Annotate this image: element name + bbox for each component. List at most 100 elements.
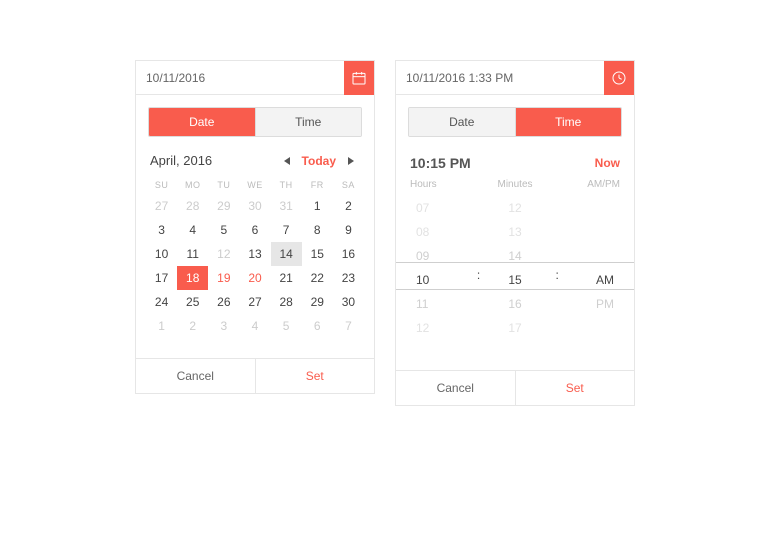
time-option[interactable]: 11 bbox=[416, 292, 428, 316]
calendar-day[interactable]: 19 bbox=[208, 266, 239, 290]
time-option[interactable]: 13 bbox=[508, 220, 521, 244]
weekday-label: TU bbox=[208, 180, 239, 190]
calendar-day[interactable]: 20 bbox=[239, 266, 270, 290]
calendar-grid: 2728293031123456789101112131415161718192… bbox=[136, 194, 374, 338]
time-option[interactable]: 17 bbox=[508, 316, 521, 340]
time-option[interactable]: 09 bbox=[416, 244, 429, 268]
calendar-day[interactable]: 3 bbox=[208, 314, 239, 338]
time-option[interactable]: PM bbox=[596, 292, 614, 316]
prev-month-arrow-icon[interactable] bbox=[284, 157, 290, 165]
tab-time[interactable]: Time bbox=[516, 108, 622, 136]
calendar-day[interactable]: 29 bbox=[208, 194, 239, 218]
today-button[interactable]: Today bbox=[302, 154, 336, 168]
time-option[interactable]: 08 bbox=[416, 220, 429, 244]
time-option[interactable]: AM bbox=[596, 268, 614, 292]
calendar-day[interactable]: 28 bbox=[271, 290, 302, 314]
ampm-column[interactable]: AMPM bbox=[548, 196, 620, 358]
calendar-day[interactable]: 30 bbox=[333, 290, 364, 314]
time-header: 10:15 PM Now bbox=[396, 149, 634, 179]
calendar-day[interactable]: 28 bbox=[177, 194, 208, 218]
calendar-day[interactable]: 21 bbox=[271, 266, 302, 290]
date-picker-header: 10/11/2016 bbox=[136, 61, 374, 95]
date-picker-input[interactable]: 10/11/2016 bbox=[136, 71, 344, 85]
time-option[interactable]: 15 bbox=[508, 268, 521, 292]
calendar-day[interactable]: 7 bbox=[333, 314, 364, 338]
tab-date[interactable]: Date bbox=[149, 108, 256, 136]
calendar-day[interactable]: 1 bbox=[146, 314, 177, 338]
calendar-day[interactable]: 24 bbox=[146, 290, 177, 314]
calendar-day[interactable]: 27 bbox=[146, 194, 177, 218]
calendar-day[interactable]: 2 bbox=[333, 194, 364, 218]
time-option[interactable]: 16 bbox=[508, 292, 521, 316]
calendar-day[interactable]: 13 bbox=[239, 242, 270, 266]
calendar-day[interactable]: 18 bbox=[177, 266, 208, 290]
time-picker-tabs: Date Time bbox=[408, 107, 622, 137]
now-button[interactable]: Now bbox=[595, 156, 620, 170]
calendar-icon bbox=[351, 70, 367, 86]
date-picker-footer: Cancel Set bbox=[136, 358, 374, 393]
cancel-button[interactable]: Cancel bbox=[136, 359, 256, 393]
hours-column[interactable]: 070809101112 bbox=[410, 196, 482, 358]
calendar-day[interactable]: 15 bbox=[302, 242, 333, 266]
calendar-day[interactable]: 14 bbox=[271, 242, 302, 266]
next-month-arrow-icon[interactable] bbox=[348, 157, 354, 165]
time-option[interactable]: 12 bbox=[508, 196, 521, 220]
weekday-label: MO bbox=[177, 180, 208, 190]
time-picker-footer: Cancel Set bbox=[396, 370, 634, 405]
calendar-day[interactable]: 5 bbox=[271, 314, 302, 338]
calendar-day[interactable]: 9 bbox=[333, 218, 364, 242]
time-picker-header: 10/11/2016 1:33 PM bbox=[396, 61, 634, 95]
set-button[interactable]: Set bbox=[516, 371, 635, 405]
ampm-header: AM/PM bbox=[550, 179, 620, 190]
weekday-label: WE bbox=[239, 180, 270, 190]
calendar-day[interactable]: 6 bbox=[239, 218, 270, 242]
calendar-day[interactable]: 8 bbox=[302, 218, 333, 242]
weekday-label: TH bbox=[271, 180, 302, 190]
calendar-day[interactable]: 27 bbox=[239, 290, 270, 314]
calendar-day[interactable]: 5 bbox=[208, 218, 239, 242]
calendar-weekdays: SUMOTUWETHFRSA bbox=[136, 170, 374, 194]
cancel-button[interactable]: Cancel bbox=[396, 371, 516, 405]
minutes-header: Minutes bbox=[480, 179, 550, 190]
calendar-day[interactable]: 23 bbox=[333, 266, 364, 290]
calendar-day[interactable]: 22 bbox=[302, 266, 333, 290]
calendar-day[interactable]: 10 bbox=[146, 242, 177, 266]
calendar-day[interactable]: 25 bbox=[177, 290, 208, 314]
calendar-day[interactable]: 6 bbox=[302, 314, 333, 338]
weekday-label: SA bbox=[333, 180, 364, 190]
calendar-day[interactable]: 2 bbox=[177, 314, 208, 338]
time-picker-input[interactable]: 10/11/2016 1:33 PM bbox=[396, 71, 604, 85]
calendar-day[interactable]: 31 bbox=[271, 194, 302, 218]
calendar-day[interactable]: 29 bbox=[302, 290, 333, 314]
time-option[interactable]: 12 bbox=[416, 316, 429, 340]
calendar-day[interactable]: 12 bbox=[208, 242, 239, 266]
time-option[interactable]: 14 bbox=[508, 244, 521, 268]
minutes-column[interactable]: 121314151617 bbox=[482, 196, 548, 358]
clock-icon bbox=[611, 70, 627, 86]
selected-time-label: 10:15 PM bbox=[410, 155, 471, 171]
time-columns-header: Hours Minutes AM/PM bbox=[396, 179, 634, 196]
calendar-icon-button[interactable] bbox=[344, 61, 374, 95]
calendar-day[interactable]: 4 bbox=[177, 218, 208, 242]
calendar-day[interactable]: 11 bbox=[177, 242, 208, 266]
calendar-day[interactable]: 16 bbox=[333, 242, 364, 266]
calendar-day[interactable]: 3 bbox=[146, 218, 177, 242]
calendar-day[interactable]: 17 bbox=[146, 266, 177, 290]
time-scroll[interactable]: : : 070809101112 121314151617 AMPM bbox=[396, 196, 634, 358]
calendar-day[interactable]: 4 bbox=[239, 314, 270, 338]
date-picker-tabs: Date Time bbox=[148, 107, 362, 137]
calendar-day[interactable]: 1 bbox=[302, 194, 333, 218]
set-button[interactable]: Set bbox=[256, 359, 375, 393]
calendar-day[interactable]: 7 bbox=[271, 218, 302, 242]
time-option[interactable]: 07 bbox=[416, 196, 429, 220]
tab-date[interactable]: Date bbox=[409, 108, 516, 136]
calendar-day[interactable]: 26 bbox=[208, 290, 239, 314]
calendar-day[interactable]: 30 bbox=[239, 194, 270, 218]
time-picker: 10/11/2016 1:33 PM Date Time 10:15 PM No… bbox=[395, 60, 635, 406]
hours-header: Hours bbox=[410, 179, 480, 190]
weekday-label: FR bbox=[302, 180, 333, 190]
tab-time[interactable]: Time bbox=[256, 108, 362, 136]
clock-icon-button[interactable] bbox=[604, 61, 634, 95]
date-picker: 10/11/2016 Date Time April, 2016 Today S… bbox=[135, 60, 375, 394]
time-option[interactable]: 10 bbox=[416, 268, 429, 292]
